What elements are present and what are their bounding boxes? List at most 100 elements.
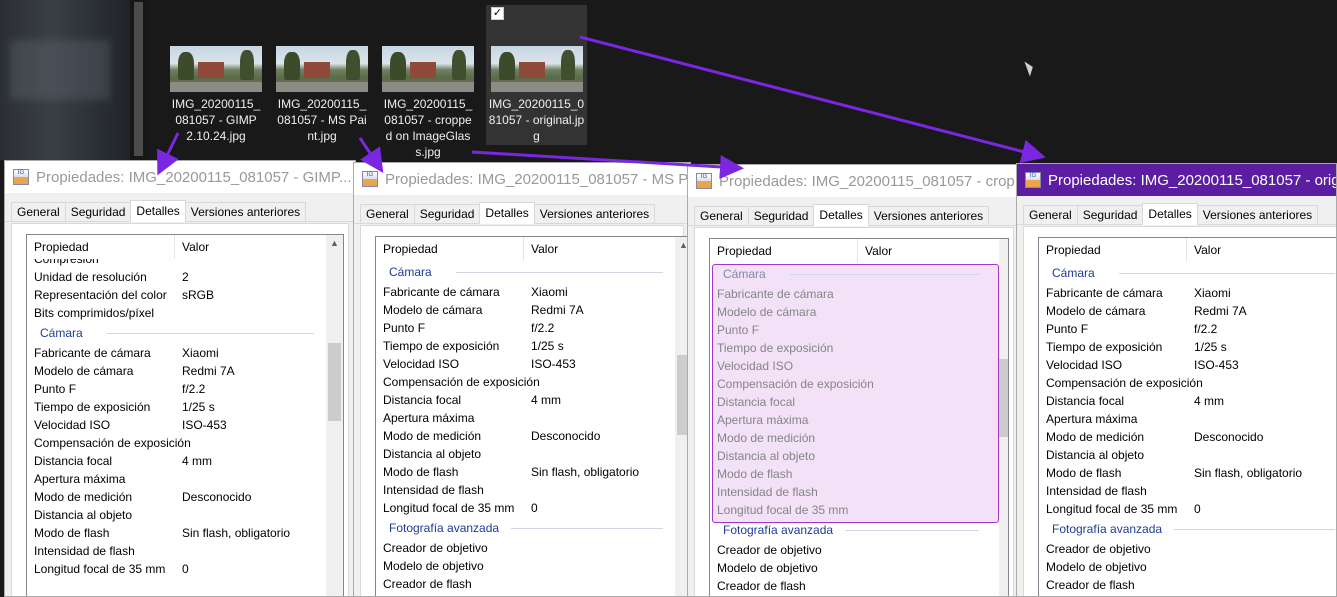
property-list[interactable]: Propiedad Valor Cámara Fabricante de cám… [375, 236, 690, 596]
list-item[interactable]: Modo de flash Sin flash, obligatorio [1039, 464, 1336, 482]
list-item[interactable]: Creador de objetivo [376, 539, 675, 557]
file-item-mspaint[interactable]: IMG_20200115_081057 - MS Paint.jpg [274, 46, 370, 144]
list-item[interactable]: Modelo de objetivo [376, 557, 675, 575]
tab-general[interactable]: General [694, 206, 749, 225]
properties-dialog-gimp[interactable]: IG Propiedades: IMG_20200115_081057 - GI… [4, 160, 356, 597]
list-item[interactable]: Velocidad ISO ISO-453 [376, 355, 675, 373]
scrollbar-thumb[interactable] [328, 343, 341, 421]
list-item[interactable]: Tiempo de exposición 1/25 s [1039, 338, 1336, 356]
column-header-value[interactable]: Valor [858, 239, 892, 263]
dialog-titlebar[interactable]: IG Propiedades: IMG_20200115_081057 - MS… [354, 163, 690, 195]
explorer-scrollbar-thumb[interactable] [134, 2, 143, 156]
property-list[interactable]: Propiedad Valor Cámara Fabricante de cám… [709, 238, 1009, 596]
list-item[interactable]: Distancia al objeto [27, 506, 326, 524]
list-item[interactable]: Fabricante de cámara Xiaomi [1039, 284, 1336, 302]
properties-dialog-cropped[interactable]: IG Propiedades: IMG_20200115_081057 - cr… [687, 164, 1021, 597]
list-scrollbar[interactable] [999, 239, 1008, 596]
list-item[interactable]: Creador de objetivo [1039, 540, 1336, 558]
list-item[interactable]: Compensación de exposición [376, 373, 675, 391]
tab-detalles[interactable]: Detalles [813, 204, 869, 226]
list-item[interactable]: Punto F [710, 321, 991, 339]
column-header-property[interactable]: Propiedad [27, 235, 175, 259]
list-item[interactable]: Apertura máxima [27, 470, 326, 488]
list-item[interactable]: Velocidad ISO [710, 357, 991, 375]
group-header-camera[interactable]: Cámara [27, 322, 326, 344]
list-item[interactable]: Fabricante de cámara Xiaomi [27, 344, 326, 362]
list-item[interactable]: Fabricante de cámara Xiaomi [376, 283, 675, 301]
list-item[interactable]: Modelo de objetivo [1039, 558, 1336, 576]
scrollbar-thumb[interactable] [999, 359, 1008, 437]
list-item[interactable]: Compensación de exposición [1039, 374, 1336, 392]
group-header-advanced-photo[interactable]: Fotografía avanzada [710, 519, 991, 541]
tab-versiones-anteriores[interactable]: Versiones anteriores [533, 204, 656, 223]
list-item[interactable]: Compensación de exposición [710, 375, 991, 393]
group-header-camera[interactable]: Cámara [710, 263, 991, 285]
list-item[interactable]: Distancia al objeto [1039, 446, 1336, 464]
list-item[interactable]: Punto Ff/2.2 [1039, 320, 1336, 338]
list-item[interactable]: Fabricante de cámara [710, 285, 991, 303]
file-item-cropped[interactable]: IMG_20200115_081057 - cropped on ImageGl… [380, 46, 476, 160]
list-item[interactable]: Creador de flash [376, 575, 675, 593]
list-item[interactable]: Intensidad de flash [710, 483, 991, 501]
properties-dialog-original[interactable]: IG Propiedades: IMG_20200115_081057 - or… [1016, 163, 1337, 597]
list-item[interactable]: Intensidad de flash [1039, 482, 1336, 500]
list-item[interactable]: Punto Ff/2.2 [27, 380, 326, 398]
list-item[interactable]: Modo de medición [710, 429, 991, 447]
list-item[interactable]: Longitud focal de 35 mm 0 [376, 499, 675, 517]
column-header-value[interactable]: Valor [1187, 238, 1221, 262]
list-item[interactable]: Tiempo de exposición 1/25 s [376, 337, 675, 355]
list-item[interactable]: Longitud focal de 35 mm 0 [1039, 500, 1336, 518]
list-item[interactable]: Modelo de cámara Redmi 7A [27, 362, 326, 380]
list-item[interactable]: Modelo de cámara Redmi 7A [376, 301, 675, 319]
column-header-property[interactable]: Propiedad [710, 239, 858, 263]
group-header-advanced-photo[interactable]: Fotografía avanzada [1039, 518, 1336, 540]
list-item[interactable]: Longitud focal de 35 mm [710, 501, 991, 519]
list-item[interactable]: Modo de medición Desconocido [1039, 428, 1336, 446]
dialog-titlebar[interactable]: IG Propiedades: IMG_20200115_081057 - GI… [5, 161, 355, 193]
list-item[interactable]: Tiempo de exposición 1/25 s [27, 398, 326, 416]
list-item[interactable]: Unidad de resolución 2 [27, 268, 326, 286]
tab-general[interactable]: General [11, 202, 66, 221]
tab-seguridad[interactable]: Seguridad [64, 202, 132, 221]
property-list[interactable]: Propiedad Valor Compresión Unidad de res… [26, 234, 344, 596]
list-item[interactable]: Intensidad de flash [27, 542, 326, 560]
column-header-property[interactable]: Propiedad [376, 237, 524, 261]
list-item[interactable]: Creador de objetivo [710, 541, 991, 559]
tab-general[interactable]: General [360, 204, 415, 223]
column-header-value[interactable]: Valor [175, 235, 209, 259]
list-item[interactable]: Modo de flash [710, 465, 991, 483]
list-item[interactable]: Bits comprimidos/píxel [27, 304, 326, 322]
list-item[interactable]: Longitud focal de 35 mm 0 [27, 560, 326, 578]
list-item[interactable]: Creador de flash [710, 577, 991, 595]
list-item[interactable]: Apertura máxima [710, 411, 991, 429]
list-item[interactable]: Distancia focal [710, 393, 991, 411]
list-item[interactable]: Modelo de cámara [710, 303, 991, 321]
column-header-property[interactable]: Propiedad [1039, 238, 1187, 262]
tab-seguridad[interactable]: Seguridad [1076, 205, 1144, 224]
list-item[interactable]: Modo de medición Desconocido [27, 488, 326, 506]
dialog-titlebar[interactable]: IG Propiedades: IMG_20200115_081057 - cr… [688, 165, 1020, 197]
dialog-titlebar[interactable]: IG Propiedades: IMG_20200115_081057 - or… [1017, 164, 1336, 196]
list-scrollbar[interactable]: ▲ [326, 235, 343, 596]
tab-seguridad[interactable]: Seguridad [413, 204, 481, 223]
list-item[interactable]: Apertura máxima [1039, 410, 1336, 428]
group-header-camera[interactable]: Cámara [376, 261, 675, 283]
list-item[interactable]: Creador de flash [1039, 576, 1336, 594]
tab-versiones-anteriores[interactable]: Versiones anteriores [867, 206, 990, 225]
list-item[interactable]: Modo de flash Sin flash, obligatorio [376, 463, 675, 481]
list-item[interactable]: Distancia al objeto [710, 447, 991, 465]
list-item[interactable]: Distancia al objeto [376, 445, 675, 463]
list-item[interactable]: Apertura máxima [376, 409, 675, 427]
tab-detalles[interactable]: Detalles [479, 202, 535, 224]
list-item[interactable]: Velocidad ISO ISO-453 [1039, 356, 1336, 374]
column-header-value[interactable]: Valor [524, 237, 558, 261]
list-item[interactable]: Modelo de objetivo [710, 559, 991, 577]
tab-seguridad[interactable]: Seguridad [747, 206, 815, 225]
list-item[interactable]: Distancia focal 4 mm [1039, 392, 1336, 410]
scroll-up-icon[interactable]: ▲ [326, 235, 343, 252]
property-list[interactable]: Propiedad Valor Cámara Fabricante de cám… [1038, 237, 1336, 596]
group-header-advanced-photo[interactable]: Fotografía avanzada [376, 517, 675, 539]
tab-versiones-anteriores[interactable]: Versiones anteriores [184, 202, 307, 221]
list-item[interactable]: Punto Ff/2.2 [376, 319, 675, 337]
properties-dialog-mspaint[interactable]: IG Propiedades: IMG_20200115_081057 - MS… [353, 162, 691, 597]
